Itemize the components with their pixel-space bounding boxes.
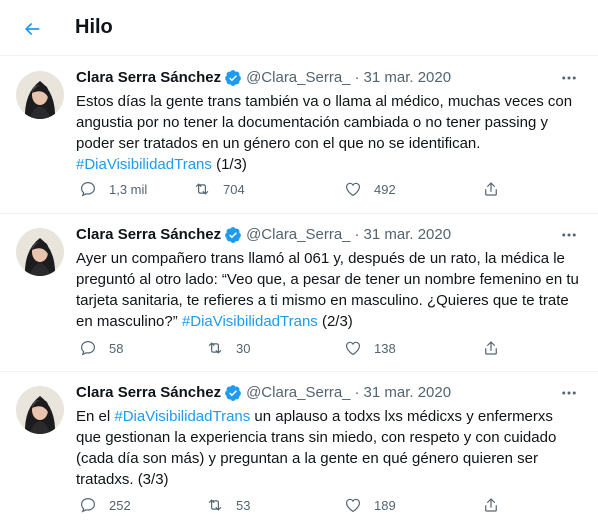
reply-icon xyxy=(81,498,95,513)
tweet-actions: 1,3 mil 704 492 xyxy=(76,179,497,199)
retweet-count: 704 xyxy=(223,181,245,197)
avatar[interactable] xyxy=(16,386,64,434)
avatar[interactable] xyxy=(16,228,64,276)
reply-icon xyxy=(81,182,95,197)
tweet-date[interactable]: 31 mar. 2020 xyxy=(364,382,452,404)
author-handle[interactable]: @Clara_Serra_ xyxy=(246,67,350,89)
hashtag-link[interactable]: #DiaVisibilidadTrans xyxy=(182,313,318,330)
like-icon xyxy=(346,498,360,512)
share-icon xyxy=(485,498,497,512)
tweet-text: En el #DiaVisibilidadTrans un aplauso a … xyxy=(76,406,581,490)
like-icon xyxy=(346,341,360,355)
tweet-1[interactable]: Clara Serra Sánchez @Clara_Serra_ · 31 m… xyxy=(0,57,598,214)
thread-header: Hilo xyxy=(0,0,598,56)
like-count: 138 xyxy=(374,340,396,356)
retweet-button[interactable]: 53 xyxy=(206,495,250,515)
retweet-count: 53 xyxy=(236,497,251,513)
avatar[interactable] xyxy=(16,71,64,119)
tweet-date[interactable]: 31 mar. 2020 xyxy=(364,67,452,89)
author-handle[interactable]: @Clara_Serra_ xyxy=(246,382,350,404)
author-name[interactable]: Clara Serra Sánchez xyxy=(76,67,221,89)
author-handle[interactable]: @Clara_Serra_ xyxy=(246,224,350,246)
back-arrow-icon xyxy=(25,23,40,35)
thread-counter: (2/3) xyxy=(317,313,353,330)
retweet-icon xyxy=(195,183,209,195)
tweet-text: Estos días la gente trans también va o l… xyxy=(76,91,581,175)
back-button[interactable] xyxy=(15,12,49,46)
more-options-button[interactable] xyxy=(556,224,582,246)
retweet-button[interactable]: 30 xyxy=(206,338,250,358)
retweet-icon xyxy=(208,499,222,511)
tweet-3[interactable]: Clara Serra Sánchez @Clara_Serra_ · 31 m… xyxy=(0,372,598,524)
retweet-count: 30 xyxy=(236,340,251,356)
reply-button[interactable]: 252 xyxy=(79,495,131,515)
separator-dot: · xyxy=(354,69,360,86)
share-button[interactable] xyxy=(482,495,500,515)
tweet-actions: 252 53 189 xyxy=(76,495,497,515)
hashtag-link[interactable]: #DiaVisibilidadTrans xyxy=(76,156,212,173)
more-options-button[interactable] xyxy=(556,382,582,404)
verified-badge-icon xyxy=(225,227,241,243)
more-icon xyxy=(562,76,576,80)
verified-badge-icon xyxy=(225,70,241,86)
reply-count: 58 xyxy=(109,340,124,356)
share-button[interactable] xyxy=(482,338,500,358)
reply-icon xyxy=(81,341,95,356)
author-name[interactable]: Clara Serra Sánchez xyxy=(76,224,221,246)
more-options-button[interactable] xyxy=(556,67,582,89)
reply-count: 1,3 mil xyxy=(109,181,148,197)
tweet-text-body: Estos días la gente trans también va o l… xyxy=(76,93,573,152)
more-icon xyxy=(562,391,576,395)
share-icon xyxy=(485,182,497,196)
thread-counter: (1/3) xyxy=(211,156,247,173)
author-name[interactable]: Clara Serra Sánchez xyxy=(76,382,221,404)
like-button[interactable]: 492 xyxy=(344,179,396,199)
reply-count: 252 xyxy=(109,497,131,513)
like-count: 189 xyxy=(374,497,396,513)
tweet-date[interactable]: 31 mar. 2020 xyxy=(364,224,452,246)
reply-button[interactable]: 58 xyxy=(79,338,123,358)
verified-badge-icon xyxy=(225,385,241,401)
tweet-actions: 58 30 138 xyxy=(76,338,497,358)
separator-dot: · xyxy=(354,226,360,243)
tweet-2[interactable]: Clara Serra Sánchez @Clara_Serra_ · 31 m… xyxy=(0,214,598,372)
separator-dot: · xyxy=(354,384,360,401)
like-count: 492 xyxy=(374,181,396,197)
retweet-button[interactable]: 704 xyxy=(193,179,245,199)
tweet-text: Ayer un compañero trans llamó al 061 y, … xyxy=(76,248,581,332)
more-icon xyxy=(562,233,576,237)
reply-button[interactable]: 1,3 mil xyxy=(79,179,147,199)
page-title: Hilo xyxy=(75,16,113,38)
like-button[interactable]: 138 xyxy=(344,338,396,358)
tweet-text-prefix: En el xyxy=(76,408,115,425)
share-button[interactable] xyxy=(482,179,500,199)
like-button[interactable]: 189 xyxy=(344,495,396,515)
retweet-icon xyxy=(208,342,222,354)
like-icon xyxy=(346,182,360,196)
hashtag-link[interactable]: #DiaVisibilidadTrans xyxy=(114,408,250,425)
share-icon xyxy=(485,341,497,355)
